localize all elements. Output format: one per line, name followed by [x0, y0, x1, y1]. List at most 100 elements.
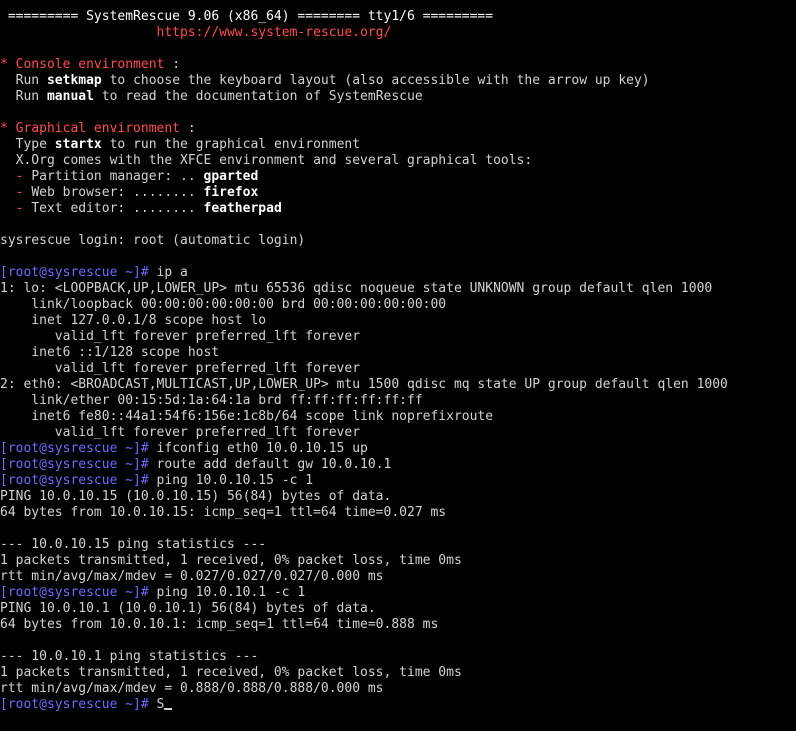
terminal-line: inet6 fe80::44a1:54f6:156e:1c8b/64 scope… [0, 409, 796, 425]
terminal-line: [root@sysrescue ~]# route add default gw… [0, 457, 796, 473]
terminal-text: Text editor: ........ [31, 201, 204, 216]
terminal-line: 1 packets transmitted, 1 received, 0% pa… [0, 665, 796, 681]
terminal-text: sysrescue login: root (automatic login) [0, 233, 306, 248]
terminal-text: 64 bytes from 10.0.10.1: icmp_seq=1 ttl=… [0, 617, 439, 632]
terminal-text: - [0, 201, 32, 216]
terminal-line: Type startx to run the graphical environ… [0, 137, 796, 153]
terminal-text: 1: lo: <LOOPBACK,UP,LOWER_UP> mtu 65536 … [0, 281, 713, 296]
terminal-line: https://www.system-rescue.org/ [0, 25, 796, 41]
text-cursor [164, 708, 173, 710]
terminal-output: ========= SystemRescue 9.06 (x86_64) ===… [0, 9, 796, 697]
terminal-line: link/ether 00:15:5d:1a:64:1a brd ff:ff:f… [0, 393, 796, 409]
terminal-line: ========= SystemRescue 9.06 (x86_64) ===… [0, 9, 796, 25]
current-prompt-line[interactable]: [root@sysrescue ~]# S [0, 697, 796, 713]
terminal-line: - Partition manager: .. gparted [0, 169, 796, 185]
terminal-text: setkmap [46, 73, 102, 88]
terminal-line: 64 bytes from 10.0.10.1: icmp_seq=1 ttl=… [0, 617, 796, 633]
terminal-text: to run the graphical environment [101, 137, 361, 152]
terminal-text: * Graphical environment [0, 121, 181, 136]
command-input[interactable]: S [149, 697, 165, 712]
terminal-line: Run setkmap to choose the keyboard layou… [0, 73, 796, 89]
terminal-text: --- 10.0.10.1 ping statistics --- [0, 649, 259, 664]
terminal-text: firefox [203, 185, 259, 200]
terminal-text: https://www.system-rescue.org/ [0, 25, 392, 40]
terminal-line: 1 packets transmitted, 1 received, 0% pa… [0, 553, 796, 569]
terminal-text: ========= SystemRescue 9.06 (x86_64) ===… [0, 9, 494, 24]
terminal-text: X.Org comes with the XFCE environment an… [0, 153, 533, 168]
terminal-line: 2: eth0: <BROADCAST,MULTICAST,UP,LOWER_U… [0, 377, 796, 393]
terminal-line: [root@sysrescue ~]# ping 10.0.10.15 -c 1 [0, 473, 796, 489]
terminal-line: PING 10.0.10.1 (10.0.10.1) 56(84) bytes … [0, 601, 796, 617]
terminal-text: valid_lft forever preferred_lft forever [0, 329, 361, 344]
terminal-line: PING 10.0.10.15 (10.0.10.15) 56(84) byte… [0, 489, 796, 505]
terminal-line: [root@sysrescue ~]# ip a [0, 265, 796, 281]
terminal-line: * Graphical environment : [0, 121, 796, 137]
terminal-line: valid_lft forever preferred_lft forever [0, 425, 796, 441]
terminal-line: --- 10.0.10.1 ping statistics --- [0, 649, 796, 665]
terminal-text: valid_lft forever preferred_lft forever [0, 361, 361, 376]
terminal-line: sysrescue login: root (automatic login) [0, 233, 796, 249]
terminal-text: --- 10.0.10.15 ping statistics --- [0, 537, 267, 552]
terminal-text: PING 10.0.10.1 (10.0.10.1) 56(84) bytes … [0, 601, 376, 616]
terminal-text: PING 10.0.10.15 (10.0.10.15) 56(84) byte… [0, 489, 392, 504]
terminal-text: inet 127.0.0.1/8 scope host lo [0, 313, 267, 328]
terminal-text: link/loopback 00:00:00:00:00:00 brd 00:0… [0, 297, 447, 312]
terminal-text: ping 10.0.10.1 -c 1 [148, 585, 306, 600]
terminal-line: inet6 ::1/128 scope host [0, 345, 796, 361]
terminal-text: inet6 ::1/128 scope host [0, 345, 220, 360]
terminal-line: link/loopback 00:00:00:00:00:00 brd 00:0… [0, 297, 796, 313]
terminal-line: [root@sysrescue ~]# ping 10.0.10.1 -c 1 [0, 585, 796, 601]
terminal-text: Partition manager: .. [31, 169, 204, 184]
terminal-text: to read the documentation of SystemRescu… [93, 89, 423, 104]
terminal-line: rtt min/avg/max/mdev = 0.888/0.888/0.888… [0, 681, 796, 697]
terminal-line: valid_lft forever preferred_lft forever [0, 361, 796, 377]
terminal-screen[interactable]: ========= SystemRescue 9.06 (x86_64) ===… [0, 0, 796, 731]
shell-prompt: [root@sysrescue ~]# [0, 265, 149, 280]
terminal-text: 2: eth0: <BROADCAST,MULTICAST,UP,LOWER_U… [0, 377, 728, 392]
terminal-text: startx [54, 137, 102, 152]
terminal-text: : [164, 57, 181, 72]
terminal-line: inet 127.0.0.1/8 scope host lo [0, 313, 796, 329]
terminal-text: gparted [203, 169, 259, 184]
terminal-line: --- 10.0.10.15 ping statistics --- [0, 537, 796, 553]
terminal-text: link/ether 00:15:5d:1a:64:1a brd ff:ff:f… [0, 393, 423, 408]
terminal-text: valid_lft forever preferred_lft forever [0, 425, 361, 440]
terminal-line: valid_lft forever preferred_lft forever [0, 329, 796, 345]
terminal-text: ip a [148, 265, 188, 280]
terminal-text: - [0, 169, 32, 184]
terminal-line: * Console environment : [0, 57, 796, 73]
terminal-text: inet6 fe80::44a1:54f6:156e:1c8b/64 scope… [0, 409, 494, 424]
terminal-text: rtt min/avg/max/mdev = 0.888/0.888/0.888… [0, 681, 384, 696]
terminal-text: 1 packets transmitted, 1 received, 0% pa… [0, 665, 462, 680]
terminal-line: [root@sysrescue ~]# ifconfig eth0 10.0.1… [0, 441, 796, 457]
terminal-line: 64 bytes from 10.0.10.15: icmp_seq=1 ttl… [0, 505, 796, 521]
shell-prompt: [root@sysrescue ~]# [0, 473, 149, 488]
terminal-line: rtt min/avg/max/mdev = 0.027/0.027/0.027… [0, 569, 796, 585]
terminal-line: - Web browser: ........ firefox [0, 185, 796, 201]
terminal-text: 64 bytes from 10.0.10.15: icmp_seq=1 ttl… [0, 505, 447, 520]
terminal-text: ping 10.0.10.15 -c 1 [148, 473, 314, 488]
terminal-line: 1: lo: <LOOPBACK,UP,LOWER_UP> mtu 65536 … [0, 281, 796, 297]
terminal-text: : [180, 121, 196, 136]
terminal-text: 1 packets transmitted, 1 received, 0% pa… [0, 553, 462, 568]
shell-prompt: [root@sysrescue ~]# [0, 457, 149, 472]
terminal-text: route add default gw 10.0.10.1 [148, 457, 392, 472]
terminal-line: Run manual to read the documentation of … [0, 89, 796, 105]
shell-prompt: [root@sysrescue ~]# [0, 441, 149, 456]
terminal-text: to choose the keyboard layout (also acce… [101, 73, 650, 88]
terminal-text: * Console environment [0, 57, 165, 72]
terminal-text: Run [0, 89, 47, 104]
terminal-text: rtt min/avg/max/mdev = 0.027/0.027/0.027… [0, 569, 384, 584]
terminal-text: Web browser: ........ [31, 185, 204, 200]
terminal-text: featherpad [203, 201, 282, 216]
terminal-text: manual [46, 89, 94, 104]
shell-prompt: [root@sysrescue ~]# [0, 697, 149, 712]
terminal-text: ifconfig eth0 10.0.10.15 up [148, 441, 368, 456]
terminal-line: X.Org comes with the XFCE environment an… [0, 153, 796, 169]
